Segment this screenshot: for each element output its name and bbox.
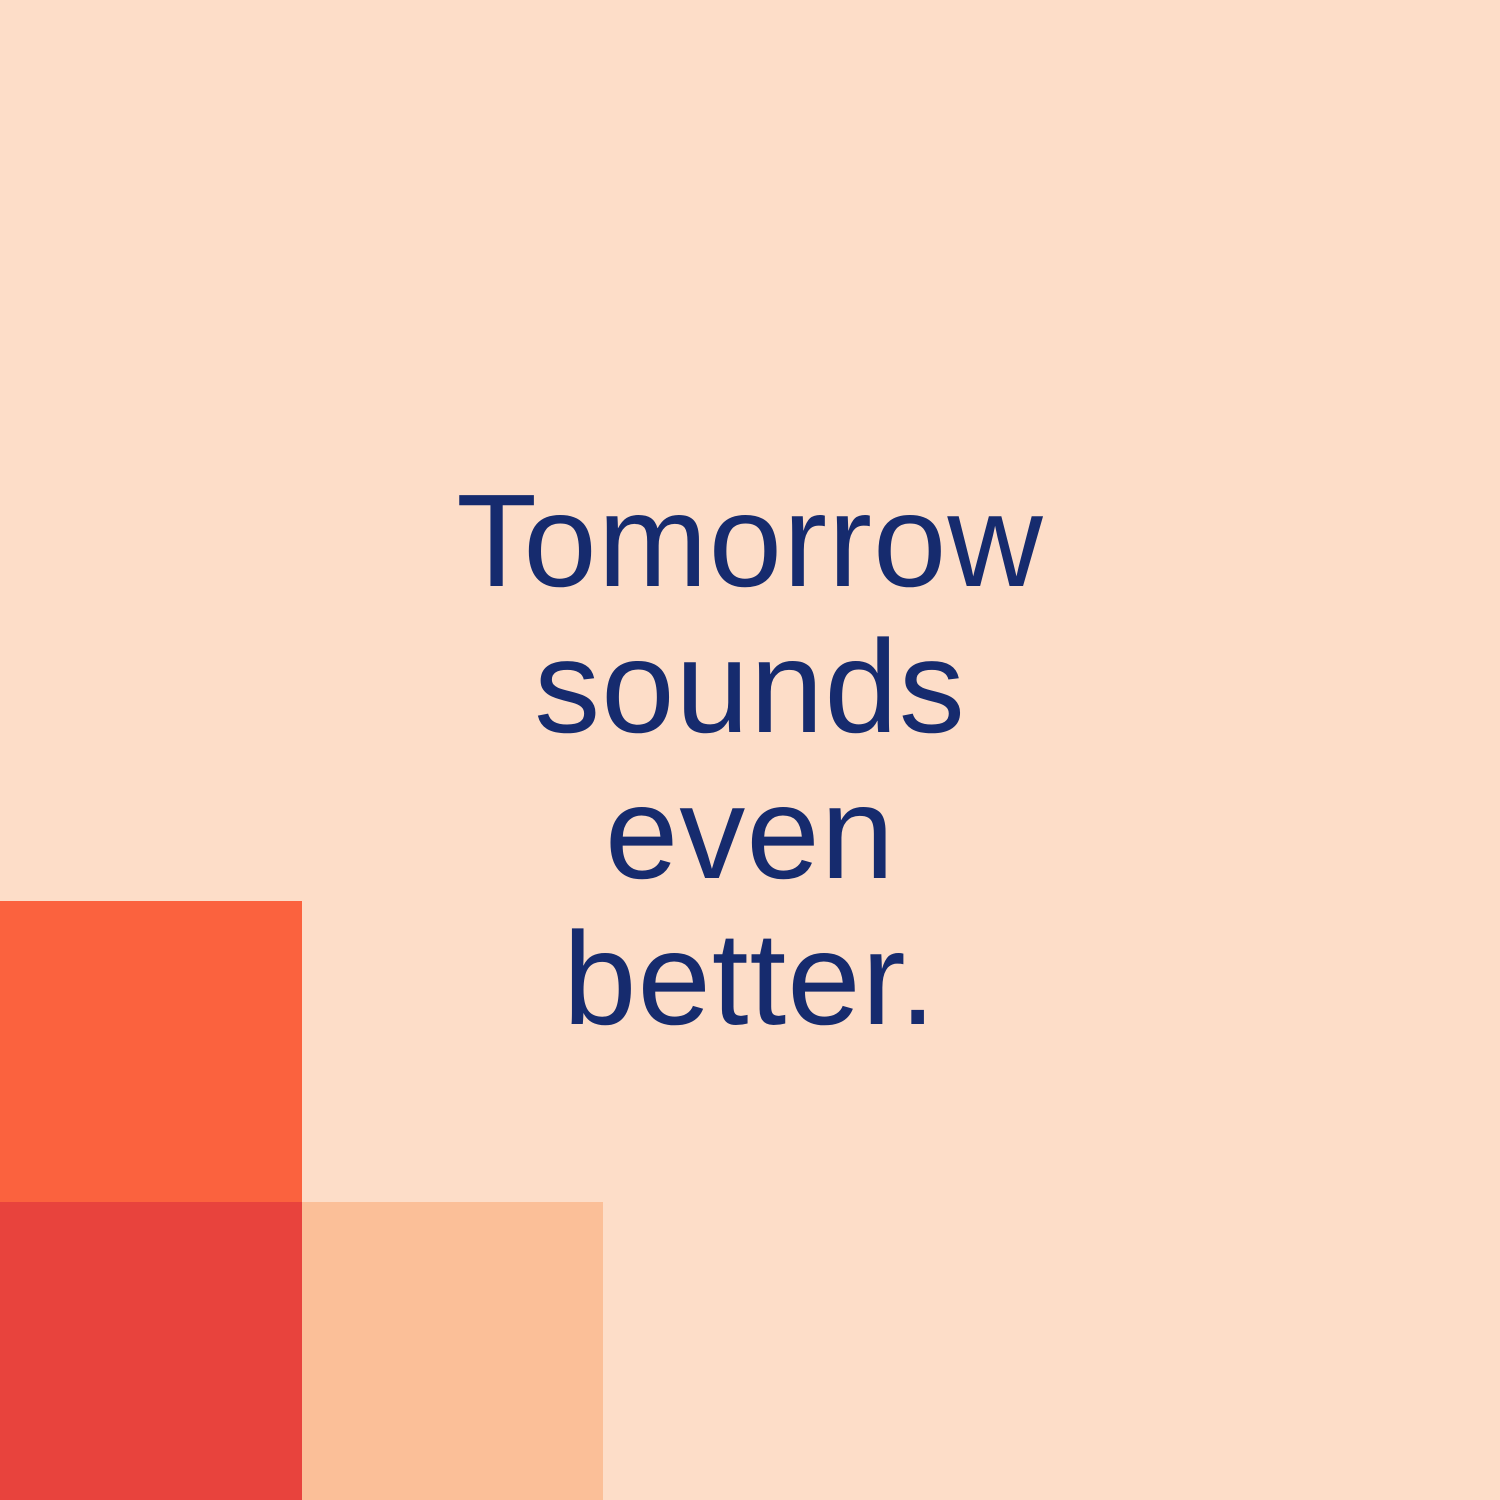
headline-line-4: better. (563, 905, 937, 1052)
headline-line-1: Tomorrow (456, 467, 1044, 614)
headline: Tomorrow sounds even better. (0, 468, 1500, 1052)
red-block (0, 1202, 302, 1500)
headline-line-2: sounds (534, 613, 966, 760)
peach-block (302, 1202, 603, 1500)
headline-line-3: even (604, 759, 896, 906)
